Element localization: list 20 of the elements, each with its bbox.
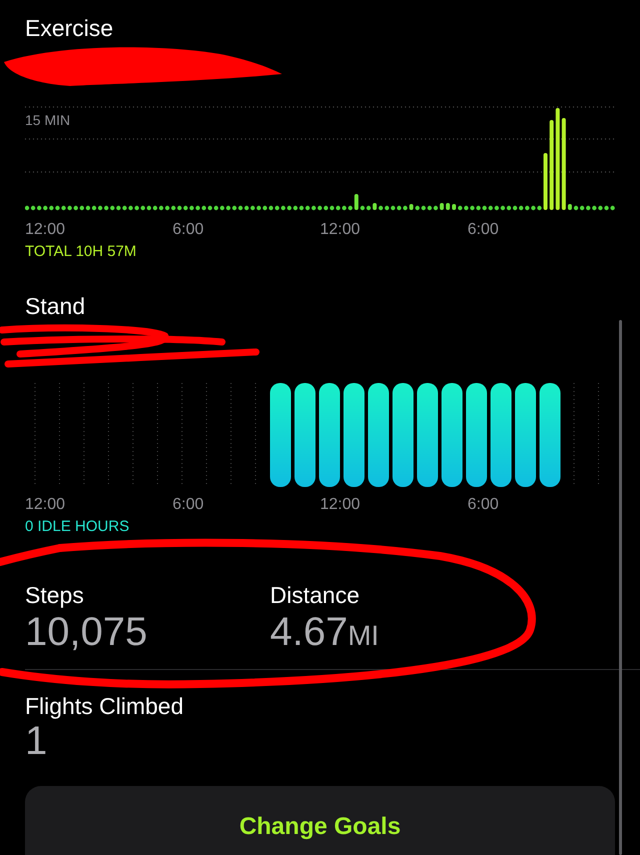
time-label: 6:00 [172, 221, 204, 238]
time-label: 6:00 [468, 221, 499, 238]
summary-text: 0 IDLE HOURS [25, 517, 130, 537]
section-title: Exercise [25, 14, 114, 42]
change-goals-button[interactable]: Change Goals [25, 786, 615, 855]
time-label: 12:00 [320, 496, 360, 513]
time-label: 12:00 [25, 221, 66, 238]
metric-value: 4.67MI [270, 609, 380, 656]
section-title: Stand [25, 292, 86, 320]
summary-text: TOTAL 10H 57M [25, 242, 138, 262]
metric-label: Steps [25, 581, 85, 609]
time-label: 6:00 [468, 496, 499, 513]
metric-label: Distance [270, 581, 360, 609]
time-label: 12:00 [25, 496, 66, 513]
time-label: 6:00 [172, 496, 204, 513]
time-label: 12:00 [320, 221, 360, 238]
axis-label: 15 MIN [25, 111, 70, 130]
metric-value: 1 [25, 720, 48, 762]
metric-label: Flights Climbed [25, 692, 184, 720]
metric-value: 10,075 [25, 609, 148, 655]
